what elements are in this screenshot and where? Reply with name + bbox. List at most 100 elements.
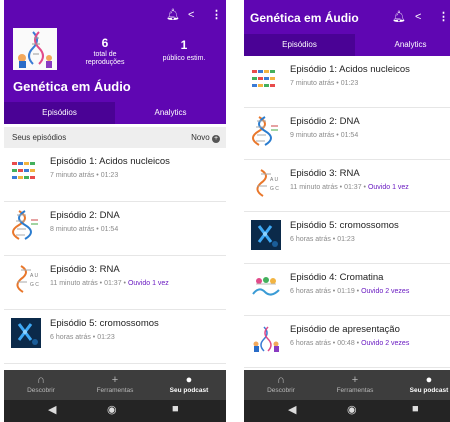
episode-listen-count: Ouvido 2 vezes bbox=[361, 288, 410, 295]
episode-meta: 7 minuto atrás • 01:23 bbox=[290, 80, 359, 87]
episode-row[interactable]: Episódio 5: cromossomos 6 horas atrás • 0… bbox=[244, 212, 450, 264]
episode-time-ago: 11 minuto atrás bbox=[50, 280, 98, 287]
episode-time-ago: 7 minuto atrás bbox=[290, 80, 335, 87]
episode-thumbnail bbox=[11, 210, 41, 240]
bell-icon[interactable]: 🔔︎ bbox=[166, 9, 180, 21]
plays-label: total de reproduções bbox=[85, 51, 125, 66]
episode-row[interactable]: A U G C Episódio 3: RNA 11 minuto atrás • 0… bbox=[4, 256, 226, 310]
podcast-header-collapsed: Genética em Áudio 🔔︎ < ⋮ bbox=[244, 0, 450, 34]
nav-discover[interactable]: ∩ Descobrir bbox=[244, 370, 318, 400]
headphones-icon: ∩ bbox=[37, 374, 45, 386]
episode-title: Episódio 2: DNA bbox=[290, 116, 360, 127]
episode-row[interactable]: Episódio 2: DNA 8 minuto atrás • 01:54 bbox=[4, 202, 226, 256]
more-vert-icon[interactable]: ⋮ bbox=[211, 9, 222, 21]
home-icon[interactable]: ◉ bbox=[347, 403, 357, 416]
episode-row[interactable]: Episódio 1: Acidos nucleicos 7 minuto atr… bbox=[4, 148, 226, 202]
episode-listen-count: Ouvido 1 vez bbox=[367, 184, 409, 191]
episode-time-ago: 6 horas atrás bbox=[290, 340, 331, 347]
nav-your-podcast[interactable]: ● Seu podcast bbox=[152, 370, 226, 400]
episode-duration: 01:23 bbox=[337, 236, 355, 243]
svg-text:G C: G C bbox=[270, 186, 279, 192]
episode-duration: 01:37 bbox=[344, 184, 362, 191]
nav-tools[interactable]: + Ferramentas bbox=[318, 370, 392, 400]
tab-bar: Episódios Analytics bbox=[244, 34, 450, 56]
back-icon[interactable]: ◀ bbox=[288, 403, 296, 416]
plus-circle-icon: + bbox=[212, 135, 220, 143]
tab-episodes[interactable]: Episódios bbox=[4, 102, 115, 124]
back-icon[interactable]: ◀ bbox=[48, 403, 56, 416]
episode-title: Episódio 5: cromossomos bbox=[50, 318, 159, 329]
system-navigation-bar: ◀ ◉ ■ bbox=[4, 400, 226, 422]
episode-title: Episódio 1: Acidos nucleicos bbox=[290, 64, 410, 75]
nav-discover[interactable]: ∩ Descobrir bbox=[4, 370, 78, 400]
episode-thumbnail bbox=[251, 272, 281, 302]
episode-thumbnail bbox=[251, 64, 281, 94]
episode-title: Episódio 5: cromossomos bbox=[290, 220, 399, 231]
podcast-cover-image bbox=[13, 28, 57, 70]
episode-row[interactable]: Episódio de apresentação 6 horas atrás • … bbox=[244, 316, 450, 368]
episode-thumbnail bbox=[251, 324, 281, 354]
episode-time-ago: 8 minuto atrás bbox=[50, 226, 95, 233]
episode-title: Episódio 1: Acidos nucleicos bbox=[50, 156, 170, 167]
episode-meta: 6 horas atrás • 01:23 bbox=[50, 334, 115, 341]
episode-time-ago: 9 minuto atrás bbox=[290, 132, 335, 139]
episodes-section-header: Seus episódios Novo + bbox=[4, 127, 226, 148]
share-icon[interactable]: < bbox=[415, 11, 421, 23]
audience-label: público estim. bbox=[162, 55, 206, 62]
episode-thumbnail: A U G C bbox=[251, 168, 281, 198]
nav-tools[interactable]: + Ferramentas bbox=[78, 370, 152, 400]
tab-bar: Episódios Analytics bbox=[4, 102, 226, 124]
episode-duration: 01:23 bbox=[340, 80, 359, 87]
episode-title: Episódio 2: DNA bbox=[50, 210, 120, 221]
episode-title: Episódio 4: Cromatina bbox=[290, 272, 384, 283]
audience-count: 1 bbox=[180, 38, 188, 52]
system-navigation-bar: ◀ ◉ ■ bbox=[244, 400, 450, 422]
episode-duration: 01:37 bbox=[104, 280, 122, 287]
bottom-navigation: ∩ Descobrir + Ferramentas ● Seu podcast bbox=[244, 370, 450, 400]
episode-row[interactable]: Episódio 1: Acidos nucleicos 7 minuto atr… bbox=[244, 56, 450, 108]
share-icon[interactable]: < bbox=[188, 9, 194, 21]
episode-duration: 01:54 bbox=[340, 132, 359, 139]
episode-duration: 00:48 bbox=[337, 340, 355, 347]
episode-meta: 6 horas atrás • 00:48 • Ouvido 2 vezes bbox=[290, 340, 410, 347]
podcast-title: Genética em Áudio bbox=[13, 79, 131, 94]
bell-icon[interactable]: 🔔︎ bbox=[392, 11, 406, 23]
episode-row[interactable]: Episódio 4: Cromatina 6 horas atrás • 01:… bbox=[244, 264, 450, 316]
episode-row[interactable]: Episódio 2: DNA 9 minuto atrás • 01:54 bbox=[244, 108, 450, 160]
episode-row[interactable]: A U G C Episódio 3: RNA 11 minuto atrás • 0… bbox=[244, 160, 450, 212]
bottom-navigation: ∩ Descobrir + Ferramentas ● Seu podcast bbox=[4, 370, 226, 400]
podcast-header: 🔔︎ < ⋮ 6 total de reproduções 1 público … bbox=[4, 0, 226, 102]
episode-thumbnail bbox=[251, 116, 281, 146]
svg-text:A U: A U bbox=[30, 273, 38, 279]
tab-episodes[interactable]: Episódios bbox=[244, 34, 355, 56]
episode-meta: 6 horas atrás • 01:23 bbox=[290, 236, 355, 243]
nav-your-podcast[interactable]: ● Seu podcast bbox=[392, 370, 450, 400]
episode-thumbnail bbox=[11, 318, 41, 348]
episode-time-ago: 6 horas atrás bbox=[290, 236, 331, 243]
plus-icon: + bbox=[111, 374, 119, 386]
episode-duration: 01:19 bbox=[337, 288, 355, 295]
tab-analytics[interactable]: Analytics bbox=[115, 102, 226, 124]
home-icon[interactable]: ◉ bbox=[107, 403, 117, 416]
recents-icon[interactable]: ■ bbox=[412, 403, 419, 415]
new-episode-button[interactable]: Novo + bbox=[191, 133, 220, 143]
plays-count: 6 bbox=[101, 36, 109, 50]
episode-meta: 11 minuto atrás • 01:37 • Ouvido 1 vez bbox=[50, 280, 169, 287]
episode-title: Episódio de apresentação bbox=[290, 324, 400, 335]
episode-duration: 01:23 bbox=[97, 334, 115, 341]
episode-title: Episódio 3: RNA bbox=[50, 264, 120, 275]
episode-meta: 8 minuto atrás • 01:54 bbox=[50, 226, 119, 233]
episode-meta: 9 minuto atrás • 01:54 bbox=[290, 132, 359, 139]
episode-time-ago: 6 horas atrás bbox=[290, 288, 331, 295]
episode-row[interactable]: Episódio 5: cromossomos 6 horas atrás • 0… bbox=[4, 310, 226, 364]
more-vert-icon[interactable]: ⋮ bbox=[438, 11, 449, 23]
recents-icon[interactable]: ■ bbox=[172, 403, 179, 415]
section-label: Seus episódios bbox=[12, 133, 67, 142]
episode-listen-count: Ouvido 2 vezes bbox=[361, 340, 410, 347]
svg-text:G C: G C bbox=[30, 282, 39, 288]
tab-analytics[interactable]: Analytics bbox=[355, 34, 450, 56]
episode-listen-count: Ouvido 1 vez bbox=[127, 280, 169, 287]
svg-text:A U: A U bbox=[270, 177, 278, 183]
episode-time-ago: 6 horas atrás bbox=[50, 334, 91, 341]
episode-meta: 7 minuto atrás • 01:23 bbox=[50, 172, 119, 179]
